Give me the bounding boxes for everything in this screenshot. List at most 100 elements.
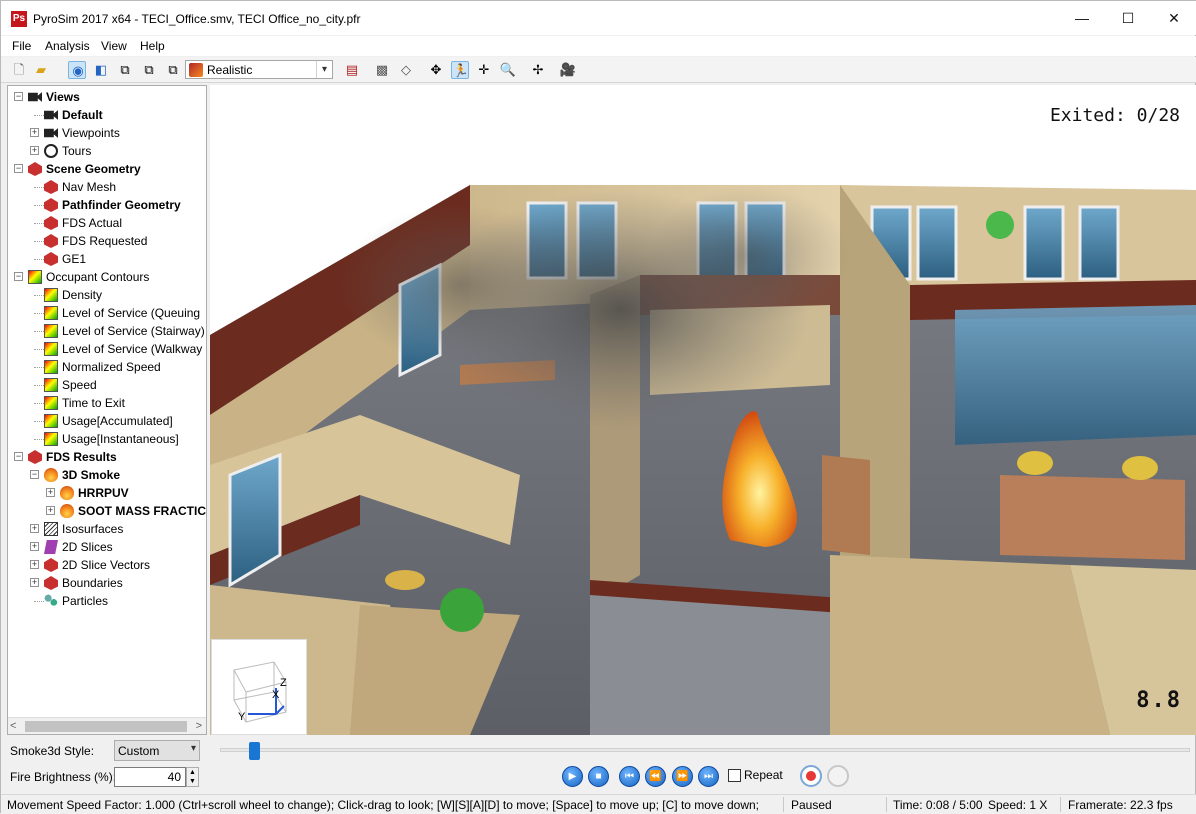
tree-node[interactable]: − 3D Smoke [8,466,206,484]
scroll-right-icon[interactable]: > [196,720,202,732]
pan-icon[interactable]: ✛ [475,61,493,79]
scroll-left-icon[interactable]: < [10,720,16,732]
expand-icon[interactable]: + [30,146,39,155]
tree-node-label: FDS Requested [62,234,148,248]
stop-button[interactable]: ■ [588,766,609,787]
collapse-icon[interactable]: − [14,452,23,461]
wireframe-icon[interactable]: ⧉ [116,61,134,79]
tree-node-label: Usage[Accumulated] [62,414,173,428]
tree-node[interactable]: Speed [8,376,206,394]
tree-node[interactable]: + Viewpoints [8,124,206,142]
tree-node[interactable]: Usage[Accumulated] [8,412,206,430]
tree-horizontal-scrollbar[interactable]: < > [8,717,206,734]
collapse-icon[interactable]: − [14,92,23,101]
stop-record-button[interactable] [827,765,849,787]
geometry-icon [44,558,58,572]
tree-node[interactable]: +2D Slices [8,538,206,556]
render-mode-dropdown[interactable]: Realistic ▾ [185,60,333,79]
menu-view[interactable]: View [101,39,127,53]
smoke-style-dropdown[interactable]: Custom ▾ [114,740,200,761]
solid-icon[interactable]: ⧉ [140,61,158,79]
tree-node[interactable]: + Isosurfaces [8,520,206,538]
tree-node[interactable]: FDS Actual [8,214,206,232]
tree-node[interactable]: − Occupant Contours [8,268,206,286]
collapse-icon[interactable]: − [14,164,23,173]
tree-node[interactable]: Usage[Instantaneous] [8,430,206,448]
chevron-down-icon: ▾ [190,743,196,754]
fast-forward-button[interactable]: ⏩ [672,766,693,787]
roam-icon[interactable]: 🏃 [451,61,469,79]
tree-node[interactable]: Default [8,106,206,124]
vertices-icon[interactable]: ◇ [397,61,415,79]
zoom-icon[interactable]: 🔍 [499,61,517,79]
expand-icon[interactable]: + [30,560,39,569]
open-folder-icon[interactable]: ▰ [32,61,50,79]
expand-icon[interactable]: + [46,488,55,497]
collapse-icon[interactable]: − [30,470,39,479]
expand-icon[interactable]: + [46,506,55,515]
tree-node[interactable]: + SOOT MASS FRACTIC [8,502,206,520]
repeat-checkbox-box[interactable] [728,769,741,782]
menu-analysis[interactable]: Analysis [45,39,90,53]
expand-icon[interactable]: + [30,524,39,533]
menu-file[interactable]: File [12,39,31,53]
office-scene [210,185,1196,735]
outline-icon[interactable]: ⧉ [164,61,182,79]
time-slider-track[interactable] [220,748,1190,752]
render-mode-icon [189,63,203,77]
tree-node[interactable]: Density [8,286,206,304]
tree-node[interactable]: Pathfinder Geometry [8,196,206,214]
tree-node-label: Default [62,108,103,122]
record-button[interactable] [800,765,822,787]
tree-node[interactable]: +2D Slice Vectors [8,556,206,574]
fire-brightness-input[interactable]: 40 [114,767,186,787]
expand-icon[interactable]: + [30,128,39,137]
tree-node[interactable]: Normalized Speed [8,358,206,376]
menu-help[interactable]: Help [140,39,165,53]
fire-brightness-label: Fire Brightness (%): [10,770,117,784]
tree-node[interactable]: FDS Requested [8,232,206,250]
expand-icon[interactable]: + [30,542,39,551]
orbit-icon[interactable]: ✥ [427,61,445,79]
tree-node[interactable]: Nav Mesh [8,178,206,196]
rewind-button[interactable]: ⏪ [645,766,666,787]
reset-view-icon[interactable]: ✢ [529,61,547,79]
tree-node[interactable]: Level of Service (Queuing [8,304,206,322]
tree-node[interactable]: Level of Service (Walkway [8,340,206,358]
smooth-icon[interactable]: ▩ [373,61,391,79]
contour-icon [44,378,58,392]
tree-node[interactable]: Particles [8,592,206,610]
tree-node[interactable]: Level of Service (Stairway) [8,322,206,340]
3d-viewport[interactable]: Exited: 0/28 8.8 Z X Y [210,85,1196,735]
navigation-tree[interactable]: − Views Default + Viewpoints + Tours − Scene Geo… [7,85,207,735]
maximize-button[interactable]: ☐ [1105,1,1151,35]
tree-node-label: Usage[Instantaneous] [62,432,179,446]
tree-node[interactable]: GE1 [8,250,206,268]
new-file-icon[interactable]: 🗋 [10,61,28,79]
time-slider-thumb[interactable] [249,742,260,760]
scroll-thumb[interactable] [25,721,187,732]
tree-node[interactable]: − Views [8,88,206,106]
skip-start-button[interactable]: ⏮ [619,766,640,787]
expand-icon[interactable]: + [30,578,39,587]
close-button[interactable]: ✕ [1151,1,1196,35]
tree-node[interactable]: Time to Exit [8,394,206,412]
tree-node[interactable]: + Tours [8,142,206,160]
fire-brightness-spinner[interactable]: ▲ ▼ [186,767,199,787]
tree-node[interactable]: − FDS Results [8,448,206,466]
minimize-button[interactable]: — [1059,1,1105,35]
skip-end-button[interactable]: ⏭ [698,766,719,787]
geometry-icon [44,198,58,212]
tree-node-label: 2D Slices [62,540,113,554]
geometry-icon [44,234,58,248]
tree-node[interactable]: − Scene Geometry [8,160,206,178]
time-slider[interactable] [220,742,1190,760]
tree-node[interactable]: + HRRPUV [8,484,206,502]
hide-icon[interactable]: ◉ [68,61,86,79]
tree-node[interactable]: + Boundaries [8,574,206,592]
play-button[interactable]: ▶ [562,766,583,787]
camera-icon[interactable]: 🎥 [559,61,577,79]
collapse-icon[interactable]: − [14,272,23,281]
color-scale-icon[interactable]: ▤ [343,61,361,79]
walk-icon[interactable]: ◧ [92,61,110,79]
